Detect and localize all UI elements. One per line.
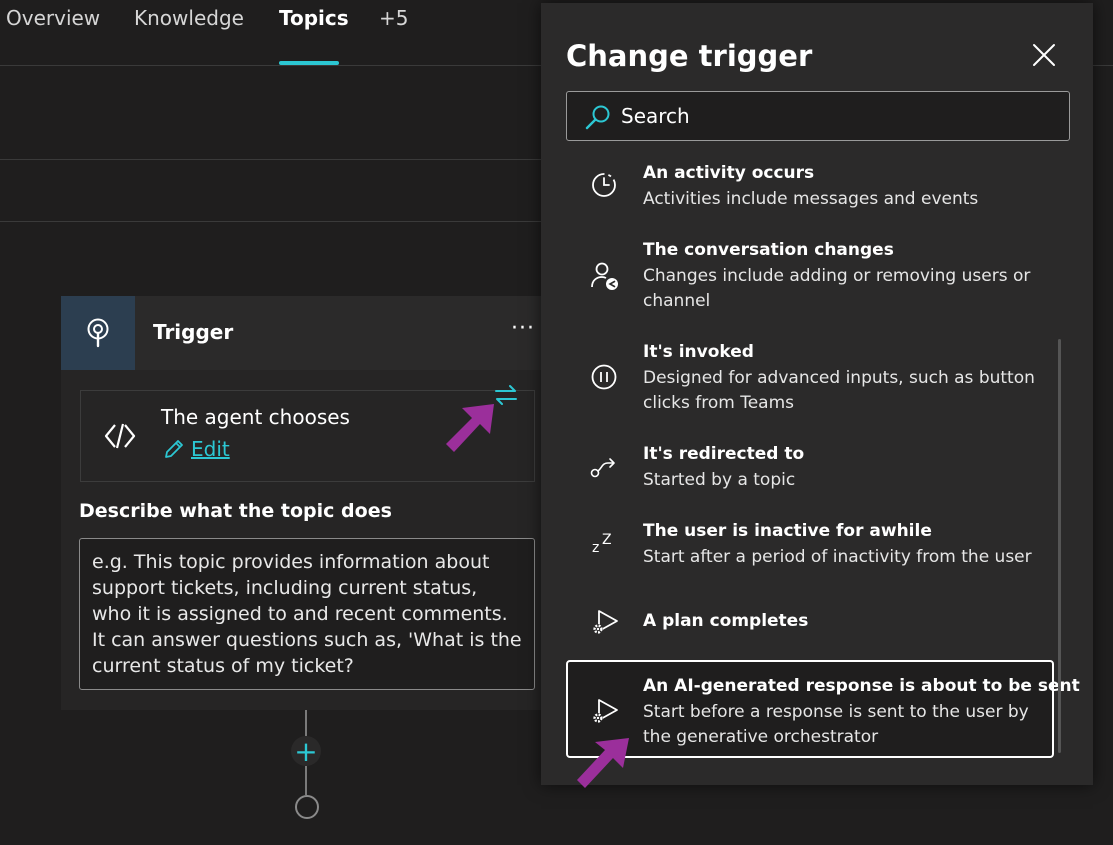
toolbar-divider bbox=[0, 159, 560, 160]
sleep-icon: z Z bbox=[592, 532, 612, 556]
change-trigger-panel: Change trigger An activity occurs Activi… bbox=[541, 3, 1093, 785]
trigger-option-activity[interactable]: An activity occurs Activities include me… bbox=[566, 159, 1054, 225]
option-description: Start before a response is sent to the u… bbox=[643, 702, 1029, 747]
tab-topics[interactable]: Topics bbox=[279, 6, 349, 30]
option-description: Start after a period of inactivity from … bbox=[643, 547, 1032, 567]
trigger-option-ai-response[interactable]: An AI-generated response is about to be … bbox=[566, 660, 1080, 758]
tab-more[interactable]: +5 bbox=[379, 6, 408, 30]
more-options-icon[interactable]: ··· bbox=[511, 316, 535, 341]
trigger-option-inactive[interactable]: z Z The user is inactive for awhile Star… bbox=[566, 516, 1054, 582]
trigger-option-invoked[interactable]: It's invoked Designed for advanced input… bbox=[566, 337, 1054, 423]
option-title: An AI-generated response is about to be … bbox=[643, 676, 1080, 696]
annotation-arrow-icon bbox=[446, 404, 494, 452]
description-textarea[interactable]: e.g. This topic provides information abo… bbox=[79, 538, 535, 690]
trigger-icon bbox=[87, 318, 109, 348]
option-title: The conversation changes bbox=[643, 240, 894, 260]
flow-end-node bbox=[295, 795, 319, 819]
option-title: An activity occurs bbox=[643, 163, 815, 183]
panel-title: Change trigger bbox=[566, 39, 813, 73]
option-title: A plan completes bbox=[643, 611, 809, 631]
trigger-type-title: The agent chooses bbox=[161, 405, 350, 429]
add-node-button[interactable]: + bbox=[291, 735, 321, 768]
change-trigger-icon[interactable] bbox=[493, 384, 519, 406]
svg-text:Z: Z bbox=[602, 532, 612, 548]
pencil-icon bbox=[165, 440, 183, 458]
flow-connector bbox=[305, 710, 307, 736]
option-description: Changes include adding or removing users… bbox=[643, 266, 1031, 311]
option-description: Activities include messages and events bbox=[643, 189, 979, 209]
edit-link[interactable]: Edit bbox=[163, 437, 230, 461]
trigger-icon-box bbox=[61, 296, 135, 370]
trigger-option-redirected[interactable]: It's redirected to Started by a topic bbox=[566, 439, 1054, 505]
clock-icon bbox=[592, 173, 616, 197]
trigger-option-conversation[interactable]: The conversation changes Changes include… bbox=[566, 235, 1054, 321]
trigger-title: Trigger bbox=[153, 320, 234, 344]
tab-overview[interactable]: Overview bbox=[6, 6, 100, 30]
tab-knowledge[interactable]: Knowledge bbox=[134, 6, 244, 30]
person-change-icon bbox=[591, 262, 618, 290]
flow-connector bbox=[305, 766, 307, 795]
active-tab-indicator bbox=[279, 61, 339, 65]
option-description: Designed for advanced inputs, such as bu… bbox=[643, 368, 1035, 413]
trigger-node-header: Trigger ··· bbox=[61, 296, 551, 370]
close-icon[interactable] bbox=[1032, 43, 1056, 67]
annotation-arrow-icon bbox=[577, 738, 629, 788]
panel-scrollbar[interactable] bbox=[1058, 339, 1061, 753]
play-gear-icon bbox=[593, 610, 618, 634]
option-description: Started by a topic bbox=[643, 470, 796, 490]
svg-text:z: z bbox=[592, 540, 599, 556]
trigger-node-card[interactable]: Trigger ··· The agent chooses Edit Descr… bbox=[61, 296, 551, 710]
option-title: It's invoked bbox=[643, 342, 754, 362]
toolbar-divider bbox=[0, 221, 560, 222]
redirect-icon bbox=[590, 458, 615, 478]
code-brackets-icon bbox=[104, 423, 136, 449]
edit-label: Edit bbox=[191, 437, 230, 461]
search-input[interactable] bbox=[621, 102, 1041, 130]
trigger-option-plan-completes[interactable]: A plan completes bbox=[566, 597, 1054, 647]
option-title: The user is inactive for awhile bbox=[643, 521, 932, 541]
description-label: Describe what the topic does bbox=[79, 500, 392, 522]
play-gear-icon bbox=[593, 699, 618, 723]
search-icon bbox=[585, 105, 610, 130]
pause-circle-icon bbox=[591, 364, 617, 390]
search-box[interactable] bbox=[566, 91, 1070, 141]
option-title: It's redirected to bbox=[643, 444, 805, 464]
